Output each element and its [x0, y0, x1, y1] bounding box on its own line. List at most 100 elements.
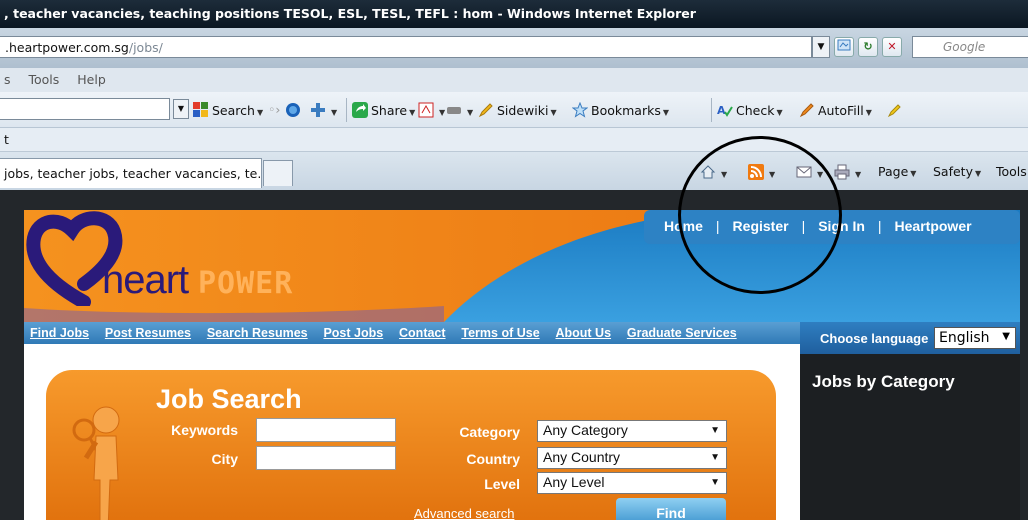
search-engine-box[interactable]: Google	[912, 36, 1028, 58]
chevron-down-icon: ▼	[710, 425, 720, 436]
job-search-title: Job Search	[156, 384, 302, 414]
autofill-label: AutoFill	[818, 103, 864, 118]
address-row: .heartpower.com.sg/jobs/ ▼ ↻ ✕ Google	[0, 28, 1028, 68]
stop-button[interactable]: ✕	[882, 37, 902, 57]
page-viewport: heart POWER Home | Register | Sign In | Heartp…	[0, 190, 1028, 520]
nav-post-resumes[interactable]: Post Resumes	[105, 326, 191, 340]
job-search-panel: Job Search Keywords City Category Any Ca…	[46, 370, 776, 520]
site-banner: heart POWER Home | Register | Sign In | Heartp…	[24, 210, 1020, 322]
menu-item-fragment[interactable]: s	[4, 72, 11, 87]
nav-post-jobs[interactable]: Post Jobs	[323, 326, 383, 340]
safety-menu-label: Safety	[933, 164, 973, 179]
toolbar-forward-arrow[interactable]: ◦›	[268, 102, 280, 117]
nav-graduate-services[interactable]: Graduate Services	[627, 326, 737, 340]
category-select[interactable]: Any Category ▼	[537, 420, 727, 442]
toolbar-highlight-button[interactable]: ▼	[446, 102, 473, 118]
share-button[interactable]: Share ▼	[352, 102, 415, 118]
address-dropdown-button[interactable]: ▼	[812, 36, 830, 58]
tools-menu[interactable]: Tools	[996, 164, 1027, 179]
bookmarks-button[interactable]: Bookmarks ▼	[572, 102, 669, 118]
main-nav: Find Jobs Post Resumes Search Resumes Po…	[24, 322, 800, 344]
annotation-circle	[678, 136, 842, 294]
compatibility-icon	[837, 39, 851, 51]
toolbar-search-label: Search	[212, 103, 255, 118]
new-tab-button[interactable]	[263, 160, 293, 186]
jobs-by-category-panel: Jobs by Category	[800, 354, 1020, 520]
toolbar-search-input[interactable]	[0, 98, 170, 120]
tab-active[interactable]: jobs, teacher jobs, teacher vacancies, t…	[0, 158, 262, 188]
spellcheck-button[interactable]: A Check ▼	[717, 102, 783, 118]
google-icon	[193, 102, 208, 117]
plus-icon	[311, 103, 325, 117]
globe-icon	[286, 103, 300, 117]
autofill-pencil-icon	[799, 103, 814, 118]
menu-item-help[interactable]: Help	[77, 72, 106, 87]
svg-text:A: A	[717, 104, 726, 117]
jobs-by-category-heading: Jobs by Category	[812, 372, 955, 391]
address-path: /jobs/	[128, 40, 163, 55]
share-icon	[352, 102, 368, 118]
city-input[interactable]	[256, 446, 396, 470]
window-title: , teacher vacancies, teaching positions …	[0, 0, 1028, 28]
star-icon	[572, 102, 588, 118]
wrench-pencil-icon	[887, 104, 901, 118]
bookmarks-label: Bookmarks	[591, 103, 661, 118]
sidewiki-label: Sidewiki	[497, 103, 549, 118]
nav-search-resumes[interactable]: Search Resumes	[207, 326, 308, 340]
refresh-button[interactable]: ↻	[858, 37, 878, 57]
toolbar-pdf-button[interactable]: ▼	[418, 102, 445, 118]
find-button[interactable]: Find	[616, 498, 726, 520]
page-menu-label: Page	[878, 164, 909, 179]
category-value: Any Category	[543, 422, 628, 438]
language-select[interactable]: English ▼	[934, 327, 1016, 349]
stop-icon: ✕	[887, 40, 897, 53]
keywords-input[interactable]	[256, 418, 396, 442]
toolbar-search-button[interactable]: Search ▼	[193, 102, 263, 118]
pencil-icon	[478, 103, 493, 118]
address-domain: .heartpower.com.sg	[5, 40, 129, 55]
toolbar-search-dropdown[interactable]: ▼	[173, 99, 189, 119]
toolbar-add-button[interactable]: ▼	[310, 102, 337, 118]
menu-item-tools[interactable]: Tools	[29, 72, 60, 87]
heartpower-link[interactable]: Heartpower	[895, 218, 972, 234]
country-select[interactable]: Any Country ▼	[537, 447, 727, 469]
refresh-icon: ↻	[863, 40, 873, 53]
address-bar[interactable]: .heartpower.com.sg/jobs/	[0, 36, 812, 58]
category-label: Category	[459, 424, 520, 440]
marker-icon	[447, 107, 461, 114]
nav-about-us[interactable]: About Us	[555, 326, 611, 340]
check-label: Check	[736, 103, 775, 118]
web-page: heart POWER Home | Register | Sign In | Heartp…	[24, 210, 1020, 520]
level-label: Level	[484, 476, 520, 492]
magnifier-mascot-icon	[72, 406, 120, 520]
arrow-icon: ◦›	[268, 102, 281, 117]
logo-word: heart	[102, 258, 189, 302]
logo-power-word: POWER	[198, 266, 294, 301]
country-value: Any Country	[543, 449, 621, 465]
tab-bar: jobs, teacher jobs, teacher vacancies, t…	[0, 152, 1028, 190]
level-select[interactable]: Any Level ▼	[537, 472, 727, 494]
safety-menu[interactable]: Safety ▼	[933, 164, 981, 179]
nav-find-jobs[interactable]: Find Jobs	[30, 326, 89, 340]
favorites-bar: t	[0, 128, 1028, 152]
advanced-search-link[interactable]: Advanced search	[414, 506, 514, 520]
city-label: City	[211, 451, 238, 467]
spellcheck-icon: A	[717, 104, 733, 117]
printer-icon	[834, 164, 850, 180]
toolbar-translate-button[interactable]	[285, 102, 304, 118]
toolbar-settings-button[interactable]	[886, 102, 905, 118]
keywords-label: Keywords	[171, 422, 238, 438]
page-menu[interactable]: Page ▼	[878, 164, 916, 179]
country-label: Country	[466, 451, 520, 467]
sidewiki-button[interactable]: Sidewiki ▼	[478, 102, 557, 118]
nav-contact[interactable]: Contact	[399, 326, 446, 340]
chevron-down-icon: ▼	[1002, 331, 1010, 342]
share-label: Share	[371, 103, 408, 118]
language-value: English	[939, 330, 990, 346]
google-toolbar: ▼ Search ▼ ◦› ▼ Share ▼ ▼ ▼ Sidewiki ▼ Book…	[0, 92, 1028, 128]
autofill-button[interactable]: AutoFill ▼	[799, 102, 872, 118]
compatibility-view-button[interactable]	[834, 37, 854, 57]
nav-terms-of-use[interactable]: Terms of Use	[461, 326, 539, 340]
print-button[interactable]: ▼	[834, 164, 861, 180]
pdf-icon	[418, 102, 434, 118]
